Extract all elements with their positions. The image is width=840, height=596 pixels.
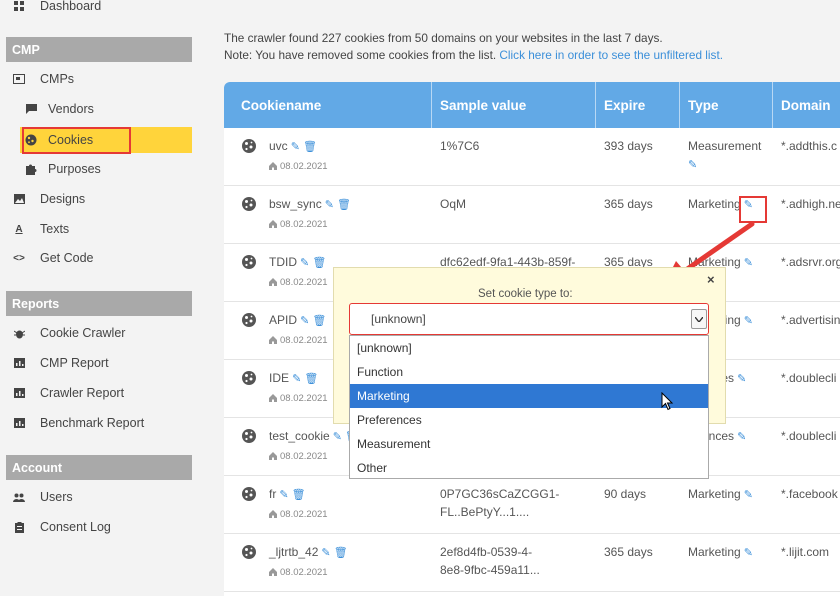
- option-preferences[interactable]: Preferences: [350, 408, 708, 432]
- chevron-down-icon[interactable]: [691, 309, 707, 329]
- popup-label: Set cookie type to:: [478, 288, 573, 300]
- option-unknown[interactable]: [unknown]: [350, 336, 708, 360]
- select-current-value: [unknown]: [371, 312, 426, 326]
- option-function[interactable]: Function: [350, 360, 708, 384]
- option-other[interactable]: Other: [350, 456, 708, 480]
- option-marketing[interactable]: Marketing: [350, 384, 708, 408]
- mouse-cursor-icon: [661, 392, 674, 411]
- option-measurement[interactable]: Measurement: [350, 432, 708, 456]
- close-icon[interactable]: ×: [707, 272, 715, 287]
- cookie-type-dropdown: [unknown] Function Marketing Preferences…: [349, 335, 709, 479]
